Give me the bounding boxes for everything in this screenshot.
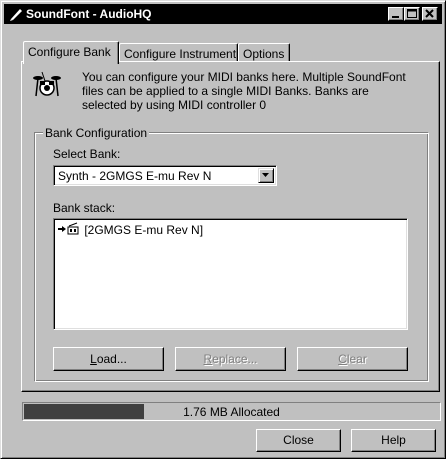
minimize-button[interactable] — [388, 7, 404, 21]
replace-label: Replace... — [203, 352, 258, 366]
tab-configure-bank[interactable]: Configure Bank — [23, 41, 119, 64]
close-icon — [425, 9, 434, 18]
maximize-button[interactable] — [404, 7, 420, 21]
dropdown-arrow-icon — [262, 173, 269, 177]
soundfont-window: SoundFont - AudioHQ Configure Bank Confi… — [0, 0, 446, 459]
info-line: selected by using MIDI controller 0 — [82, 98, 267, 112]
help-button[interactable]: Help — [351, 429, 436, 452]
drum-kit-icon — [31, 68, 63, 103]
group-label: Bank Configuration — [43, 126, 150, 140]
tab-label: Options — [243, 47, 285, 61]
selected-bank-value: Synth - 2GMGS E-mu Rev N — [58, 169, 212, 183]
stack-item-label: [2GMGS E-mu Rev N] — [84, 223, 204, 237]
info-line: files can be applied to a single MIDI Ba… — [82, 84, 369, 98]
close-button[interactable]: Close — [256, 429, 341, 452]
select-bank-dropdown[interactable]: Synth - 2GMGS E-mu Rev N — [53, 165, 277, 186]
minimize-icon — [392, 16, 399, 18]
tab-configure-instrument[interactable]: Configure Instrument — [119, 43, 238, 63]
memory-allocated-text: 1.76 MB Allocated — [183, 405, 280, 419]
close-window-button[interactable] — [422, 7, 438, 21]
tab-options[interactable]: Options — [238, 43, 290, 63]
replace-button[interactable]: Replace... — [175, 347, 286, 371]
clear-button[interactable]: Clear — [297, 347, 408, 371]
memory-progress-bar: 1.76 MB Allocated — [22, 402, 441, 421]
maximize-icon — [407, 9, 417, 18]
dropdown-button[interactable] — [258, 168, 274, 183]
info-line: You can configure your MIDI banks here. … — [82, 70, 406, 84]
close-label: Close — [283, 433, 314, 447]
tab-label: Configure Instrument — [124, 47, 237, 61]
list-item[interactable]: [2GMGS E-mu Rev N] — [57, 222, 204, 237]
select-bank-label: Select Bank: — [53, 147, 121, 161]
bank-stack-label: Bank stack: — [53, 201, 116, 215]
info-text: You can configure your MIDI banks here. … — [82, 70, 422, 112]
tab-label: Configure Bank — [28, 45, 111, 59]
help-label: Help — [381, 433, 406, 447]
load-label: Load... — [90, 352, 127, 366]
clear-label: Clear — [338, 352, 367, 366]
window-title: SoundFont - AudioHQ — [26, 7, 152, 21]
title-bar[interactable]: SoundFont - AudioHQ — [4, 4, 442, 24]
arrow-instrument-icon — [58, 222, 79, 235]
pen-icon — [8, 6, 24, 22]
bank-stack-list[interactable]: [2GMGS E-mu Rev N] — [53, 218, 408, 330]
load-button[interactable]: Load... — [53, 347, 164, 371]
